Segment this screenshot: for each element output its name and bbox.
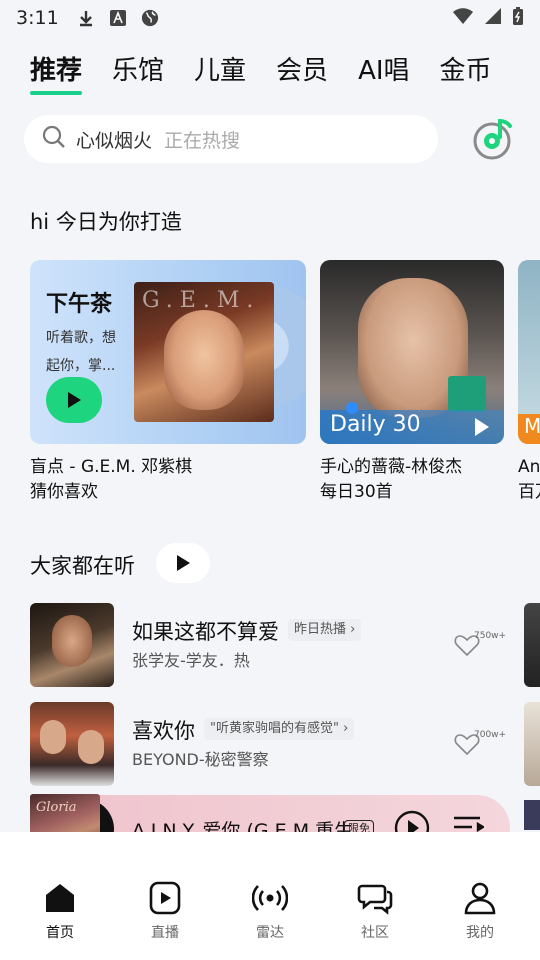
community-icon: [357, 884, 393, 915]
tab-vip[interactable]: 会员: [276, 50, 328, 87]
song-artist: 张学友-学友．热: [132, 651, 250, 670]
signal-icon: [484, 7, 502, 29]
card-caption: 手心的蔷薇-林俊杰: [320, 457, 463, 477]
album-cover: G.E.M.: [134, 282, 274, 422]
song-thumbnail: [30, 702, 114, 786]
search-icon: [42, 125, 66, 153]
play-icon: [68, 392, 81, 408]
daily-30-label: Daily 30: [330, 412, 421, 437]
tab-music-hall[interactable]: 乐馆: [112, 50, 164, 87]
font-icon: [109, 9, 127, 27]
card-title: 下午茶: [46, 292, 113, 317]
status-bar: 3:11: [0, 0, 540, 36]
top-tabs: 推荐 乐馆 儿童 会员 AI唱 金币: [30, 44, 520, 95]
live-icon: [149, 881, 181, 915]
afternoon-tea-card[interactable]: G.E.M. 下午茶 听着歌，想起你，掌...: [30, 260, 306, 444]
download-icon: [77, 9, 95, 27]
song-tag-label: 昨日热播: [294, 622, 347, 637]
song-tag[interactable]: "听黄家驹唱的有感觉" ›: [204, 718, 355, 740]
nav-profile-label: 我的: [466, 925, 494, 941]
nav-live[interactable]: 直播: [125, 880, 205, 942]
song-artist: BEYOND-秘密警察: [132, 750, 269, 769]
million-card[interactable]: M: [518, 260, 540, 444]
search-bar[interactable]: 心似烟火 正在热搜: [24, 115, 438, 163]
tab-coins[interactable]: 金币: [440, 50, 492, 87]
profile-icon: [464, 882, 496, 915]
nav-profile[interactable]: 我的: [440, 880, 520, 942]
wifi-icon: [452, 7, 474, 29]
daily-30-card[interactable]: Daily 30: [320, 260, 504, 444]
card-subcaption: 猜你喜欢: [30, 482, 98, 502]
card-subcaption: 百万: [518, 482, 540, 502]
search-query: 心似烟火: [76, 129, 153, 152]
song-tag-label: "听黄家驹唱的有感觉": [210, 721, 339, 736]
play-all-button[interactable]: [156, 543, 210, 583]
nav-live-label: 直播: [151, 925, 179, 941]
nav-radar-label: 雷达: [256, 925, 284, 941]
nav-community-label: 社区: [361, 925, 389, 941]
tab-recommend[interactable]: 推荐: [30, 50, 83, 95]
tab-ai-sing[interactable]: AI唱: [358, 50, 409, 87]
search-hint: 正在热搜: [164, 129, 241, 152]
card-caption: An: [518, 457, 540, 477]
list-item[interactable]: 喜欢你 "听黄家驹唱的有感觉" › BEYOND-秘密警察 700w+: [30, 702, 540, 788]
card-description: 听着歌，想起你，掌...: [46, 330, 116, 374]
globe-icon: [141, 9, 159, 27]
list-item[interactable]: 如果这都不算爱 昨日热播 › 张学友-学友．热 750w+: [30, 603, 540, 689]
next-song-thumbnail: [524, 800, 540, 830]
cover-text: Gloria: [36, 800, 77, 815]
song-title: 喜欢你: [132, 719, 195, 743]
chevron-right-icon: ›: [350, 622, 356, 637]
home-icon: [46, 884, 74, 912]
bottom-nav: 首页 直播 雷达 社区 我的: [0, 832, 540, 960]
cover-text: G.E.M.: [142, 288, 261, 313]
card-subcaption: 每日30首: [320, 482, 393, 502]
play-icon: [177, 555, 190, 571]
radar-icon: [252, 885, 288, 911]
chevron-right-icon: ›: [343, 721, 349, 736]
play-button[interactable]: [46, 377, 102, 423]
like-count: 750w+: [474, 631, 507, 641]
tab-kids[interactable]: 儿童: [194, 50, 246, 87]
popular-section-title: 大家都在听: [30, 554, 135, 578]
nav-home[interactable]: 首页: [20, 880, 100, 942]
nav-home-label: 首页: [46, 925, 74, 941]
music-recognition-icon[interactable]: [472, 117, 516, 161]
album-badge: [448, 376, 486, 412]
battery-icon: [512, 6, 524, 30]
status-time: 3:11: [16, 7, 59, 29]
song-title: 如果这都不算爱: [132, 620, 279, 644]
daily-section-title: hi 今日为你打造: [30, 210, 182, 234]
nav-radar[interactable]: 雷达: [230, 880, 310, 942]
next-song-thumbnail: [524, 702, 540, 786]
next-song-thumbnail: [524, 603, 540, 687]
daily-30-banner: Daily 30: [320, 402, 504, 444]
song-tag[interactable]: 昨日热播 ›: [288, 619, 362, 641]
play-icon: [475, 418, 489, 436]
card-caption: 盲点 - G.E.M. 邓紫棋: [30, 457, 193, 477]
nav-community[interactable]: 社区: [335, 880, 415, 942]
like-count: 700w+: [474, 730, 507, 740]
card-tag: M: [518, 414, 540, 444]
song-thumbnail: [30, 603, 114, 687]
